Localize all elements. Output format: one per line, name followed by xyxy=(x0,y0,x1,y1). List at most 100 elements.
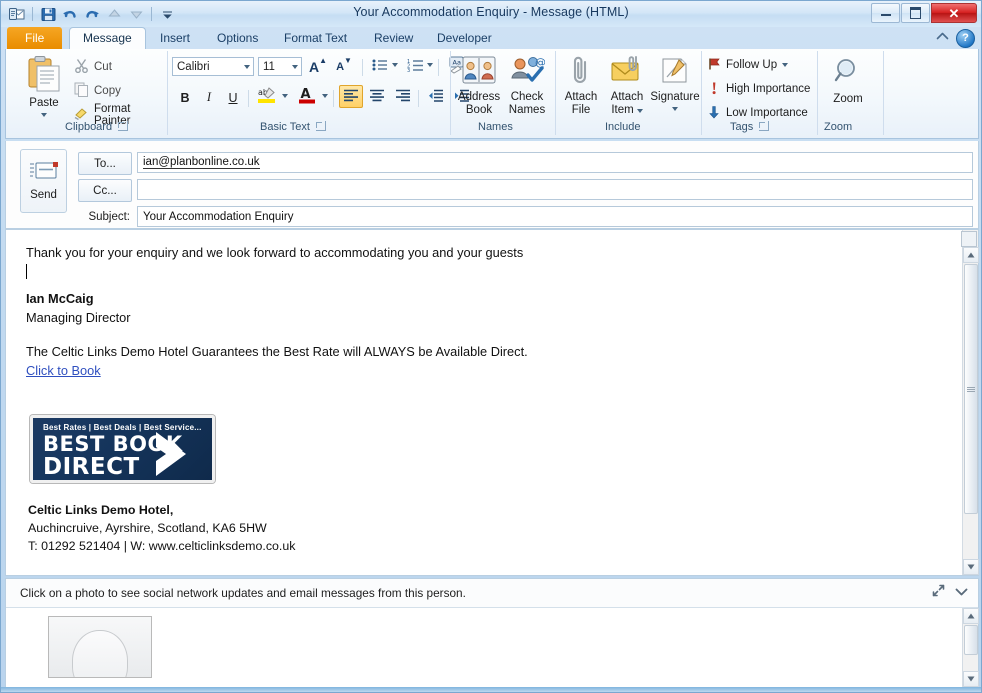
contact-avatar[interactable] xyxy=(48,616,152,678)
address-book-label-1: Address xyxy=(457,91,501,103)
align-right-button[interactable] xyxy=(391,85,415,108)
people-scroll-thumb[interactable] xyxy=(964,625,978,655)
follow-up-dropdown-icon[interactable] xyxy=(782,63,789,67)
attach-file-label-1: Attach xyxy=(564,91,598,103)
italic-icon: I xyxy=(206,90,212,104)
copy-button[interactable]: Copy xyxy=(74,81,121,101)
send-button[interactable]: Send xyxy=(20,149,67,213)
to-field[interactable]: ian@planbonline.co.uk xyxy=(137,152,973,173)
scroll-thumb-grip xyxy=(967,386,975,392)
chevron-down-icon[interactable] xyxy=(955,584,968,602)
italic-button[interactable]: I xyxy=(198,87,220,108)
message-body-text[interactable]: Thank you for your enquiry and we look f… xyxy=(26,244,926,380)
to-button[interactable]: To... xyxy=(78,152,132,175)
minimize-button[interactable] xyxy=(871,3,900,23)
tab-developer[interactable]: Developer xyxy=(424,27,505,49)
people-pane: Click on a photo to see social network u… xyxy=(5,578,979,688)
address-book-label-2: Book xyxy=(465,104,493,116)
cut-button[interactable]: Cut xyxy=(74,57,112,77)
cut-icon xyxy=(74,58,89,76)
message-body-pane[interactable]: Thank you for your enquiry and we look f… xyxy=(5,229,979,576)
to-recipient: ian@planbonline.co.uk xyxy=(143,156,260,169)
svg-text:3: 3 xyxy=(407,68,410,72)
signature-address: Auchincruive, Ayrshire, Scotland, KA6 5H… xyxy=(28,521,267,535)
basic-text-dialog-launcher[interactable] xyxy=(315,121,326,131)
paste-button[interactable]: Paste xyxy=(18,55,70,117)
font-color-button[interactable]: A xyxy=(294,85,320,109)
clipboard-dialog-launcher[interactable] xyxy=(118,121,129,131)
flag-icon xyxy=(707,57,721,74)
address-book-button[interactable]: Address Book xyxy=(454,55,504,117)
window-bottom-edge xyxy=(1,687,981,692)
tab-format-text[interactable]: Format Text xyxy=(271,27,360,49)
tab-file[interactable]: File xyxy=(7,27,63,49)
close-icon: ✕ xyxy=(948,5,960,21)
align-center-button[interactable] xyxy=(365,85,389,108)
font-size-combo[interactable]: 11 xyxy=(258,57,302,76)
bold-icon: B xyxy=(180,90,190,105)
help-icon[interactable]: ? xyxy=(956,29,975,48)
bullets-button[interactable] xyxy=(369,56,391,77)
decrease-indent-button[interactable] xyxy=(424,85,448,108)
maximize-button[interactable] xyxy=(901,3,930,23)
attach-item-button[interactable]: Attach Item xyxy=(603,55,651,117)
scroll-up-button[interactable] xyxy=(963,247,979,263)
message-header: Send To... ian@planbonline.co.uk Cc... S… xyxy=(5,141,979,229)
tab-options[interactable]: Options xyxy=(204,27,271,49)
highlight-dropdown-icon[interactable] xyxy=(282,94,288,98)
window-controls: ✕ xyxy=(871,3,977,23)
align-left-icon xyxy=(343,89,359,105)
ribbon-tabstrip: File Message Insert Options Format Text … xyxy=(1,27,981,50)
numbering-button[interactable]: 1 2 3 xyxy=(404,56,426,77)
body-vertical-scrollbar[interactable] xyxy=(961,230,979,575)
chevron-down-icon[interactable] xyxy=(292,64,298,69)
zoom-button[interactable]: Zoom xyxy=(823,57,873,106)
group-label-basic-text: Basic Text xyxy=(260,121,326,133)
font-color-dropdown-icon[interactable] xyxy=(322,94,328,98)
people-scroll-up-button[interactable] xyxy=(963,608,979,624)
avatar-silhouette-icon xyxy=(72,630,128,677)
cc-field[interactable] xyxy=(137,179,973,200)
close-button[interactable]: ✕ xyxy=(931,3,977,23)
text-highlight-button[interactable]: ab xyxy=(254,85,280,109)
signature-dropdown-icon[interactable] xyxy=(672,107,678,111)
chevron-down-icon[interactable] xyxy=(244,64,250,69)
people-pane-scrollbar[interactable] xyxy=(962,608,979,687)
scroll-down-button[interactable] xyxy=(963,559,979,575)
scroll-thumb[interactable] xyxy=(964,264,978,514)
zoom-label: Zoom xyxy=(833,93,863,105)
subject-field[interactable]: Your Accommodation Enquiry xyxy=(137,206,973,227)
numbering-icon: 1 2 3 xyxy=(407,58,424,75)
attach-item-dropdown-icon[interactable] xyxy=(636,108,643,113)
click-to-book-link[interactable]: Click to Book xyxy=(26,363,101,378)
shrink-font-button[interactable]: A ▼ xyxy=(332,56,356,77)
tab-insert[interactable]: Insert xyxy=(147,27,203,49)
align-left-button[interactable] xyxy=(339,85,363,108)
cc-button[interactable]: Cc... xyxy=(78,179,132,202)
collapse-ribbon-icon[interactable] xyxy=(935,30,950,48)
numbering-dropdown-icon[interactable] xyxy=(427,63,433,67)
bullets-icon xyxy=(372,58,388,75)
paste-dropdown-icon[interactable] xyxy=(41,113,47,117)
expand-pane-icon[interactable] xyxy=(932,584,945,602)
follow-up-button[interactable]: Follow Up xyxy=(707,55,789,75)
bullets-dropdown-icon[interactable] xyxy=(392,63,398,67)
group-label-zoom: Zoom xyxy=(824,121,853,133)
font-name-combo[interactable]: Calibri xyxy=(172,57,254,76)
high-importance-button[interactable]: High Importance xyxy=(707,79,810,99)
grow-font-button[interactable]: A ▲ xyxy=(306,56,330,77)
signature-button[interactable]: Signature xyxy=(650,55,700,111)
attach-file-button[interactable]: Attach File xyxy=(559,55,603,117)
tab-review[interactable]: Review xyxy=(361,27,426,49)
underline-button[interactable]: U xyxy=(222,87,244,108)
bold-button[interactable]: B xyxy=(174,87,196,108)
split-window-button[interactable] xyxy=(961,231,977,247)
people-scroll-down-button[interactable] xyxy=(963,671,979,687)
high-importance-label: High Importance xyxy=(726,83,811,95)
tab-message[interactable]: Message xyxy=(69,27,146,50)
check-names-button[interactable]: @ Check Names xyxy=(504,55,550,117)
logo-chevron-icon xyxy=(152,430,204,480)
group-label-names: Names xyxy=(478,121,513,133)
tags-dialog-launcher[interactable] xyxy=(759,121,770,131)
low-importance-button[interactable]: Low Importance xyxy=(707,103,808,123)
